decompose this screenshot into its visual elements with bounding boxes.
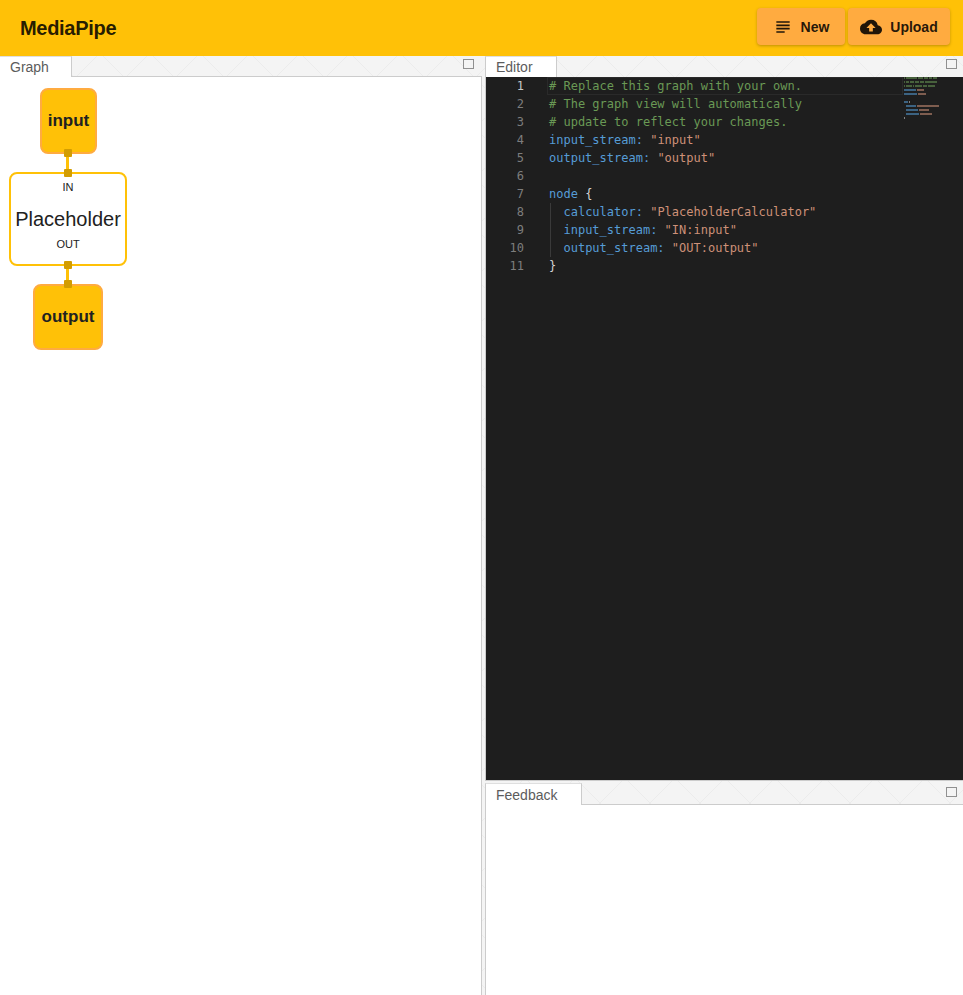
main-area: Graph input IN Placeholder OUT output Ed… xyxy=(0,56,963,995)
placeholder-out-label: OUT xyxy=(11,238,125,250)
tab-feedback[interactable]: Feedback xyxy=(485,783,582,805)
upload-button-label: Upload xyxy=(890,19,937,35)
editor-line-9[interactable]: 9 input_stream: "IN:input" xyxy=(486,221,963,239)
port-placeholder-out[interactable] xyxy=(64,261,72,269)
new-button[interactable]: New xyxy=(757,8,845,45)
editor-line-4[interactable]: 4input_stream: "input" xyxy=(486,131,963,149)
tab-editor[interactable]: Editor xyxy=(485,56,557,77)
editor-minimap[interactable] xyxy=(904,77,948,121)
editor-maximize-icon[interactable] xyxy=(946,59,957,69)
tab-feedback-label: Feedback xyxy=(496,787,557,803)
app-title: MediaPipe xyxy=(20,17,116,40)
port-placeholder-in[interactable] xyxy=(64,169,72,177)
editor-line-2[interactable]: 2# The graph view will automatically xyxy=(486,95,963,113)
header-buttons: New Upload xyxy=(757,8,950,45)
graph-canvas[interactable]: input IN Placeholder OUT output xyxy=(0,76,482,995)
code-editor[interactable]: 1# Replace this graph with your own.2# T… xyxy=(485,77,963,781)
editor-lines[interactable]: 1# Replace this graph with your own.2# T… xyxy=(486,77,963,275)
node-input-label: input xyxy=(48,111,90,131)
feedback-panel xyxy=(485,804,963,995)
indent-guide xyxy=(550,203,551,257)
tab-graph[interactable]: Graph xyxy=(0,56,72,77)
editor-line-6[interactable]: 6 xyxy=(486,167,963,185)
editor-line-10[interactable]: 10 output_stream: "OUT:output" xyxy=(486,239,963,257)
current-line-highlight xyxy=(547,77,903,95)
placeholder-in-label: IN xyxy=(11,181,125,193)
graph-maximize-icon[interactable] xyxy=(463,59,474,69)
feedback-maximize-icon[interactable] xyxy=(946,787,957,797)
editor-line-7[interactable]: 7node { xyxy=(486,185,963,203)
graph-node-input[interactable]: input xyxy=(40,88,97,154)
tab-graph-label: Graph xyxy=(10,59,49,75)
editor-line-3[interactable]: 3# update to reflect your changes. xyxy=(486,113,963,131)
app-header: MediaPipe New Upload xyxy=(0,0,963,56)
placeholder-label: Placeholder xyxy=(11,208,125,231)
node-output-label: output xyxy=(42,307,95,327)
new-button-label: New xyxy=(801,19,830,35)
cloud-upload-icon xyxy=(860,16,882,38)
editor-line-8[interactable]: 8 calculator: "PlaceholderCalculator" xyxy=(486,203,963,221)
port-input-out[interactable] xyxy=(64,149,72,157)
editor-line-11[interactable]: 11} xyxy=(486,257,963,275)
editor-line-5[interactable]: 5output_stream: "output" xyxy=(486,149,963,167)
graph-node-placeholder[interactable]: IN Placeholder OUT xyxy=(9,172,127,266)
upload-button[interactable]: Upload xyxy=(848,8,950,45)
graph-node-output[interactable]: output xyxy=(33,284,103,350)
tab-editor-label: Editor xyxy=(496,59,533,75)
port-output-in[interactable] xyxy=(64,280,72,288)
subject-icon xyxy=(773,17,793,37)
